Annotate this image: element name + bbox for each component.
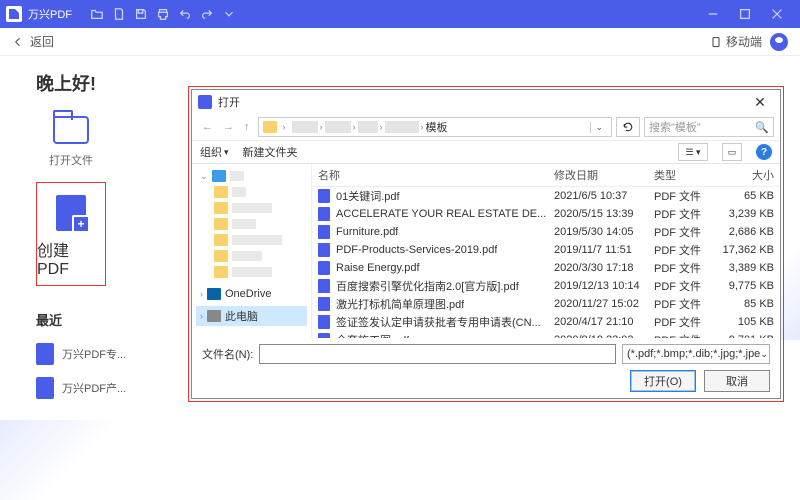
search-icon: 🔍 xyxy=(755,121,769,134)
dialog-title: 打开 xyxy=(218,94,240,110)
file-open-dialog: 打开 ✕ ← → ↑ › › › › › 模板 ⌄ xyxy=(191,89,781,399)
close-icon[interactable] xyxy=(766,3,788,25)
col-date[interactable]: 修改日期 xyxy=(554,167,654,183)
pdf-file-icon xyxy=(318,315,330,329)
file-type-filter[interactable]: (*.pdf;*.bmp;*.dib;*.jpg;*.jpe⌄ xyxy=(622,344,770,364)
dialog-app-icon xyxy=(198,95,212,109)
dialog-highlight: 打开 ✕ ← → ↑ › › › › › 模板 ⌄ xyxy=(188,86,784,402)
file-row[interactable]: PDF-Products-Services-2019.pdf2019/11/7 … xyxy=(312,241,780,259)
nav-onedrive[interactable]: ›OneDrive xyxy=(196,286,307,302)
new-folder-button[interactable]: 新建文件夹 xyxy=(243,144,298,160)
file-row[interactable]: 百度搜索引擎优化指南2.0[官方版].pdf2019/12/13 10:14PD… xyxy=(312,277,780,295)
more-icon[interactable] xyxy=(218,3,240,25)
pdf-file-icon xyxy=(318,261,330,275)
path-row: ← → ↑ › › › › › 模板 ⌄ 搜索"模板" xyxy=(192,114,780,140)
print-icon[interactable] xyxy=(152,3,174,25)
file-pane: 名称 修改日期 类型 大小 01关键词.pdf2021/6/5 10:37PDF… xyxy=(312,164,780,338)
dialog-close-icon[interactable]: ✕ xyxy=(746,92,774,112)
back-label: 返回 xyxy=(30,33,54,50)
undo-icon[interactable] xyxy=(174,3,196,25)
refresh-button[interactable] xyxy=(616,117,640,137)
folder-open-icon[interactable] xyxy=(86,3,108,25)
nav-this-pc[interactable]: ›此电脑 xyxy=(196,306,307,326)
save-icon[interactable] xyxy=(130,3,152,25)
file-row[interactable]: 激光打标机简单原理图.pdf2020/11/27 15:02PDF 文件85 K… xyxy=(312,295,780,313)
pdf-file-icon xyxy=(318,207,330,221)
nav-quick-access[interactable]: ⌄ xyxy=(196,168,307,184)
avatar[interactable] xyxy=(770,33,788,51)
app-name: 万兴PDF xyxy=(28,6,72,22)
filename-input[interactable] xyxy=(259,344,616,364)
dialog-toolbar: 组织▾ 新建文件夹 ☰ ▾ ▭ ? xyxy=(192,140,780,164)
dialog-titlebar: 打开 ✕ xyxy=(192,90,780,114)
app-titlebar: 万兴PDF xyxy=(0,0,800,28)
create-pdf-tile[interactable]: 创建 PDF xyxy=(36,182,106,286)
col-type[interactable]: 类型 xyxy=(654,167,710,183)
nav-fwd-icon[interactable]: → xyxy=(219,121,238,133)
dialog-footer: 文件名(N): (*.pdf;*.bmp;*.dib;*.jpg;*.jpe⌄ … xyxy=(192,338,780,398)
pdf-file-icon xyxy=(318,225,330,239)
path-box[interactable]: › › › › › 模板 ⌄ xyxy=(258,117,613,137)
col-size[interactable]: 大小 xyxy=(710,167,774,183)
file-list: 01关键词.pdf2021/6/5 10:37PDF 文件65 KBACCELE… xyxy=(312,187,780,338)
mobile-link[interactable]: 移动端 xyxy=(710,33,762,50)
nav-up-icon[interactable]: ↑ xyxy=(240,121,254,133)
nav-back-icon[interactable]: ← xyxy=(198,121,217,133)
file-row[interactable]: Raise Energy.pdf2020/3/30 17:18PDF 文件3,3… xyxy=(312,259,780,277)
breadcrumb: › › › › 模板 xyxy=(292,119,585,135)
folder-icon xyxy=(53,116,89,144)
document-plus-icon xyxy=(56,195,86,231)
nav-item[interactable] xyxy=(196,216,307,232)
maximize-icon[interactable] xyxy=(734,3,756,25)
breadcrumb-last[interactable]: 模板 xyxy=(426,119,448,135)
nav-item[interactable] xyxy=(196,200,307,216)
file-row[interactable]: 签证签发认定申请获批者专用申请表(CN...2020/4/17 21:10PDF… xyxy=(312,313,780,331)
pdf-file-icon xyxy=(318,279,330,293)
nav-pane: ⌄ ›OneDrive ›此电脑 xyxy=(192,164,312,338)
open-file-tile[interactable]: 打开文件 xyxy=(36,114,106,168)
pdf-file-icon xyxy=(318,189,330,203)
path-dropdown-icon[interactable]: ⌄ xyxy=(590,122,607,133)
filename-label: 文件名(N): xyxy=(202,346,253,362)
decor-corner xyxy=(0,420,120,500)
pdf-file-icon xyxy=(36,343,54,365)
preview-pane-button[interactable]: ▭ xyxy=(722,143,742,161)
help-icon[interactable]: ? xyxy=(756,144,772,160)
app-logo-icon xyxy=(6,6,22,22)
file-row[interactable]: Furniture.pdf2019/5/30 14:05PDF 文件2,686 … xyxy=(312,223,780,241)
nav-item[interactable] xyxy=(196,184,307,200)
file-list-header: 名称 修改日期 类型 大小 xyxy=(312,164,780,187)
col-name[interactable]: 名称 xyxy=(318,167,554,183)
nav-item[interactable] xyxy=(196,264,307,280)
create-pdf-label: 创建 PDF xyxy=(37,237,105,279)
cancel-button[interactable]: 取消 xyxy=(704,370,770,392)
file-row[interactable]: 全套施工图.pdf2020/8/19 22:03PDF 文件9,701 KB xyxy=(312,331,780,338)
nav-item[interactable] xyxy=(196,232,307,248)
open-file-label: 打开文件 xyxy=(49,152,93,168)
pdf-file-icon xyxy=(318,297,330,311)
file-row[interactable]: ACCELERATE YOUR REAL ESTATE DE...2020/5/… xyxy=(312,205,780,223)
minimize-icon[interactable] xyxy=(702,3,724,25)
mobile-label: 移动端 xyxy=(726,33,762,50)
path-folder-icon xyxy=(263,121,277,133)
back-button[interactable]: 返回 xyxy=(12,33,54,50)
open-button[interactable]: 打开(O) xyxy=(630,370,696,392)
pdf-file-icon xyxy=(36,377,54,399)
search-placeholder: 搜索"模板" xyxy=(649,119,701,135)
redo-icon[interactable] xyxy=(196,3,218,25)
nav-item[interactable] xyxy=(196,248,307,264)
file-icon[interactable] xyxy=(108,3,130,25)
view-mode-button[interactable]: ☰ ▾ xyxy=(678,143,708,161)
subbar: 返回 移动端 xyxy=(0,28,800,56)
search-input[interactable]: 搜索"模板" 🔍 xyxy=(644,117,774,137)
file-row[interactable]: 01关键词.pdf2021/6/5 10:37PDF 文件65 KB xyxy=(312,187,780,205)
organize-menu[interactable]: 组织▾ xyxy=(200,144,229,160)
pdf-file-icon xyxy=(318,243,330,257)
